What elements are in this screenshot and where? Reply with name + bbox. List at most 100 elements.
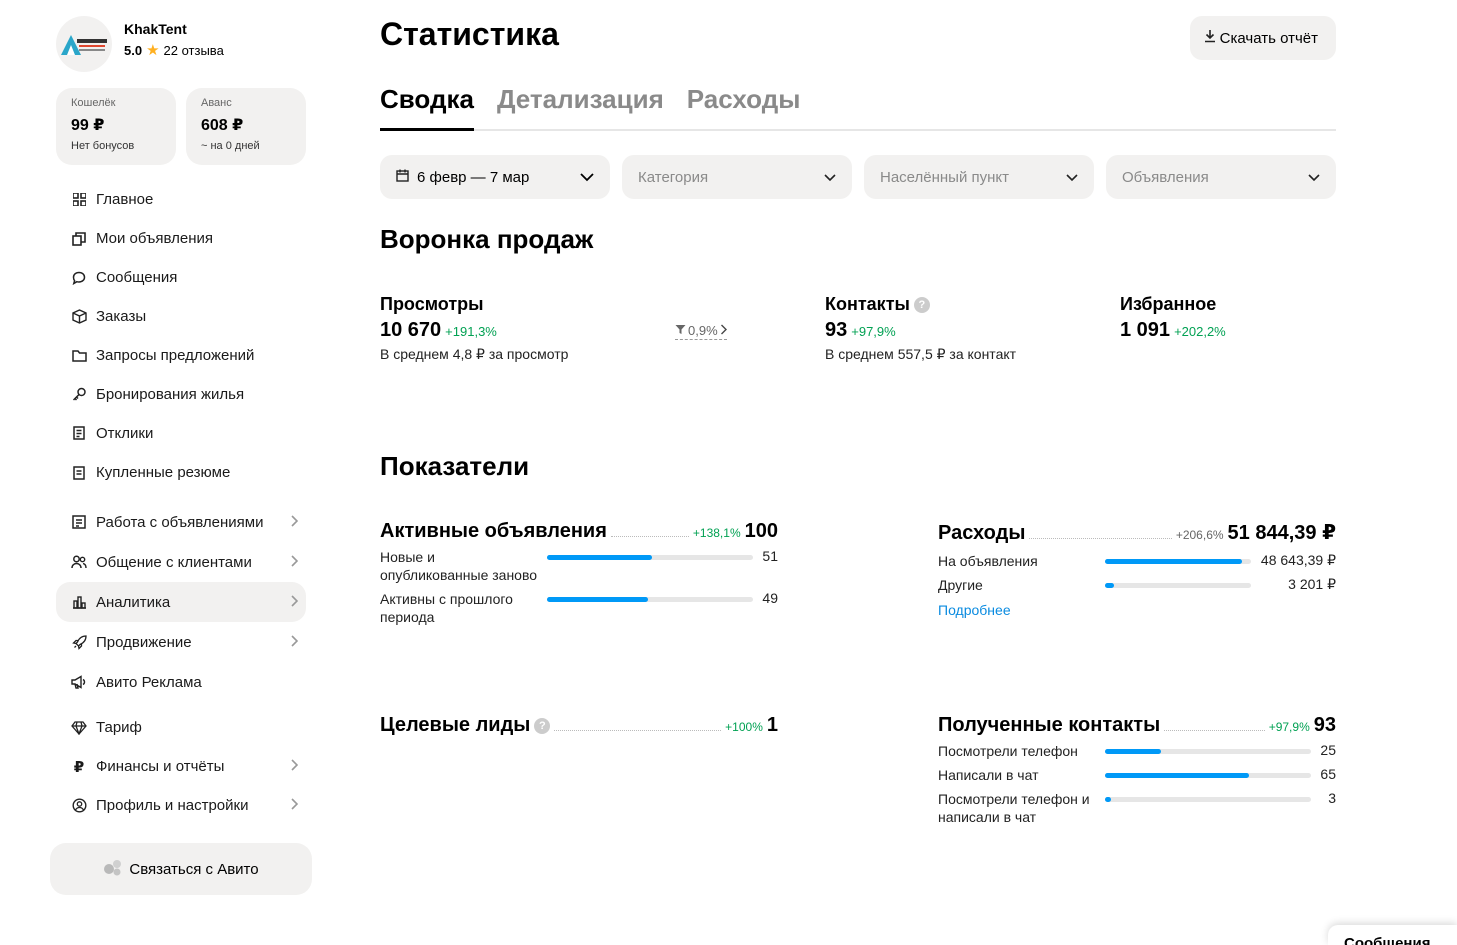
conversion-link[interactable]: 0,9%	[675, 323, 727, 340]
funnel-title: Воронка продаж	[380, 224, 594, 254]
wallet-label: Кошелёк	[71, 97, 116, 109]
progress-bar	[1105, 559, 1251, 564]
metric-row: Активны с прошлого периода 49	[380, 590, 778, 626]
chevron-right-icon	[290, 797, 299, 814]
favorites-value-row: 1 091 +202,2%	[1120, 319, 1226, 342]
filters-bar: 6 февр — 7 мар Категория Населённый пунк…	[380, 155, 1336, 199]
users-icon	[70, 553, 88, 571]
key-icon	[70, 386, 88, 404]
expenses-value: 51 844,39 ₽	[1227, 522, 1336, 544]
location-select[interactable]: Населённый пункт	[864, 155, 1094, 199]
progress-fill	[1105, 749, 1161, 754]
sidebar-item-bookings[interactable]: Бронирования жилья	[56, 375, 306, 414]
conversion-value: 0,9%	[688, 323, 718, 338]
tab-summary[interactable]: Сводка	[380, 80, 474, 131]
sidebar-item-profile[interactable]: Профиль и настройки	[56, 786, 306, 825]
profile-icon	[70, 797, 88, 815]
target-leads-title-row: Целевые лиды?	[380, 714, 551, 737]
copy-icon	[70, 230, 88, 248]
contacts-label-row: Контакты?	[825, 294, 1016, 315]
funnel-views: Просмотры 10 670 +191,3% В среднем 4,8 ₽ …	[380, 294, 568, 363]
sidebar-item-my-ads[interactable]: Мои объявления	[56, 219, 306, 258]
megaphone-icon	[70, 673, 88, 691]
target-leads-metric: Целевые лиды? +100% 1	[380, 714, 778, 737]
messages-widget[interactable]: Сообщения	[1328, 925, 1457, 945]
row-label: Посмотрели телефон	[938, 743, 1078, 759]
contact-avito-button[interactable]: Связаться с Авито	[50, 843, 312, 895]
progress-fill	[547, 597, 648, 602]
avatar[interactable]	[56, 16, 112, 72]
sidebar-item-label: Общение с клиентами	[96, 553, 252, 571]
progress-fill	[1105, 559, 1243, 564]
sidebar-item-requests[interactable]: Запросы предложений	[56, 336, 306, 375]
dotted-leader	[554, 730, 722, 731]
contacts-value-row: 93 +97,9%	[825, 319, 1016, 342]
download-report-label: Скачать отчёт	[1219, 29, 1318, 47]
sidebar-item-orders[interactable]: Заказы	[56, 297, 306, 336]
progress-fill	[1105, 583, 1114, 588]
sidebar-item-label: Работа с объявлениями	[96, 513, 264, 531]
profile-rating[interactable]: 5.0 ★ 22 отзыва	[124, 43, 224, 58]
profile-name[interactable]: KhakTent	[124, 21, 224, 37]
funnel-icon	[675, 323, 686, 338]
tab-details[interactable]: Детализация	[497, 80, 664, 131]
download-icon	[1204, 29, 1216, 47]
contacts-sub: В среднем 557,5 ₽ за контакт	[825, 346, 1017, 362]
help-icon[interactable]: ?	[913, 296, 930, 313]
box-icon	[70, 308, 88, 326]
sidebar-item-ads-work[interactable]: Работа с объявлениями	[56, 502, 306, 542]
chevron-right-icon	[290, 634, 299, 651]
row-label: Написали в чат	[938, 767, 1039, 783]
active-ads-metric: Активные объявления +138,1% 100 Новые и …	[380, 520, 778, 626]
profile-block[interactable]: KhakTent 5.0 ★ 22 отзыва	[56, 16, 224, 72]
chevron-down-icon	[580, 169, 594, 186]
advance-card[interactable]: Аванс 608 ₽ ~ на 0 дней	[186, 88, 306, 165]
dotted-leader	[610, 536, 689, 537]
chevron-down-icon	[1308, 169, 1320, 186]
sidebar-item-tariff[interactable]: Тариф	[56, 708, 306, 747]
sidebar-item-label: Профиль и настройки	[96, 797, 249, 814]
chevron-right-icon	[720, 323, 727, 338]
metric-row: Посмотрели телефон 25	[938, 742, 1336, 760]
progress-bar	[1105, 749, 1311, 754]
sidebar-item-main[interactable]: Главное	[56, 180, 306, 219]
chevron-down-icon	[824, 169, 836, 186]
sidebar-item-promotion[interactable]: Продвижение	[56, 622, 306, 662]
ads-select[interactable]: Объявления	[1106, 155, 1336, 199]
tabs: Сводка Детализация Расходы	[380, 80, 1336, 131]
chevron-right-icon	[290, 594, 299, 611]
sidebar-item-label: Бронирования жилья	[96, 386, 245, 403]
received-contacts-title: Полученные контакты	[938, 714, 1161, 736]
expenses-delta: +206,6%	[1175, 528, 1224, 542]
metric-row: Написали в чат 65	[938, 766, 1336, 784]
download-report-button[interactable]: Скачать отчёт	[1189, 16, 1336, 60]
views-value: 10 670	[380, 319, 442, 341]
expenses-details-link[interactable]: Подробнее	[938, 602, 1336, 618]
row-value: 51	[762, 548, 778, 564]
wallet-card[interactable]: Кошелёк 99 ₽ Нет бонусов	[56, 88, 176, 165]
tab-expenses[interactable]: Расходы	[687, 80, 801, 131]
progress-fill	[1105, 797, 1112, 802]
sidebar-item-label: Финансы и отчёты	[96, 758, 225, 775]
progress-bar	[1105, 583, 1251, 588]
sidebar-item-label: Купленные резюме	[96, 464, 231, 481]
page-title: Статистика	[380, 16, 559, 52]
sidebar-item-avito-ads[interactable]: Авито Реклама	[56, 662, 306, 702]
sidebar-item-resumes[interactable]: Купленные резюме	[56, 453, 306, 492]
active-ads-title: Активные объявления	[380, 520, 607, 542]
sidebar-item-analytics[interactable]: Аналитика	[56, 582, 306, 622]
reviews-count[interactable]: 22 отзыва	[164, 43, 224, 58]
location-placeholder: Населённый пункт	[880, 168, 1010, 186]
progress-bar	[1105, 773, 1311, 778]
help-icon[interactable]: ?	[534, 717, 551, 734]
sidebar-item-messages[interactable]: Сообщения	[56, 258, 306, 297]
nav-tools: Работа с объявлениями Общение с клиентам…	[56, 502, 306, 702]
date-range-select[interactable]: 6 февр — 7 мар	[380, 155, 610, 199]
sidebar-item-responses[interactable]: Отклики	[56, 414, 306, 453]
category-select[interactable]: Категория	[622, 155, 852, 199]
sidebar-item-finance[interactable]: ₽ Финансы и отчёты	[56, 747, 306, 786]
active-ads-value: 100	[744, 520, 778, 542]
wallet-value: 99 ₽	[71, 117, 105, 134]
sidebar-item-clients[interactable]: Общение с клиентами	[56, 542, 306, 582]
expenses-title: Расходы	[938, 522, 1026, 544]
